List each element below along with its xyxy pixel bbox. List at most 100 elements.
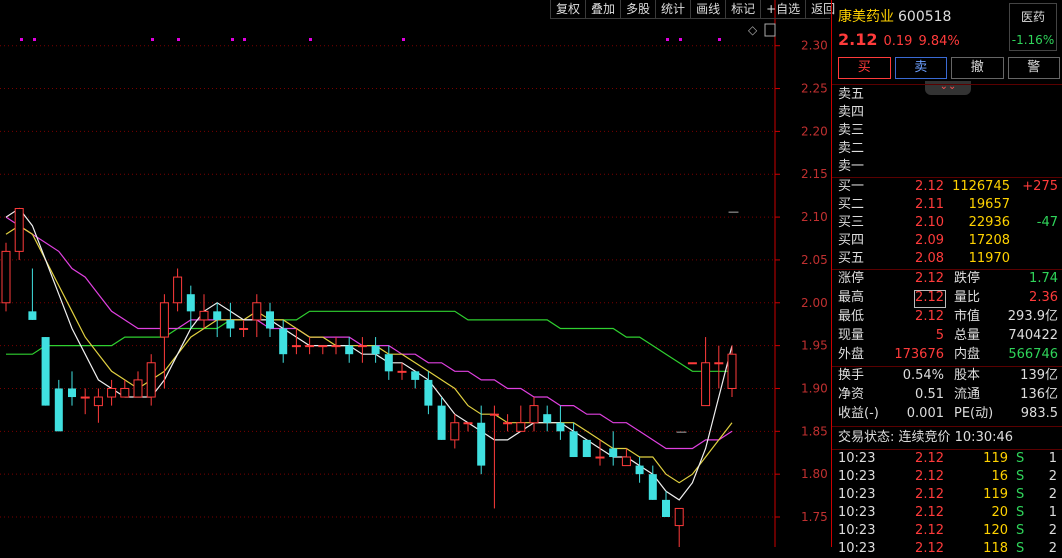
stat-label: 净资 — [838, 387, 865, 402]
toolbar-stats-button[interactable]: 统计 — [655, 0, 690, 18]
stat-value: 2.12 — [915, 309, 944, 324]
event-marker — [679, 38, 682, 41]
tick-time: 10:23 — [838, 469, 876, 484]
event-marker — [243, 38, 246, 41]
tick-volume: 119 — [983, 451, 1008, 466]
tick-count: 2 — [1048, 541, 1057, 556]
buy-level-price: 2.08 — [915, 251, 944, 266]
candle-body — [635, 465, 644, 475]
toolbar-overlay-button[interactable]: 叠加 — [585, 0, 620, 18]
toolbar-watchlist-button[interactable]: +自选 — [760, 0, 805, 18]
candle-body — [41, 337, 50, 406]
stock-code: 600518 — [898, 9, 952, 25]
tick-price: 2.12 — [915, 523, 944, 538]
tick-price: 2.12 — [915, 505, 944, 520]
toolbar-draw-button[interactable]: 画线 — [690, 0, 725, 18]
trade-buttons: 买 卖 撤 警 — [838, 57, 1060, 79]
tick-count: 2 — [1048, 523, 1057, 538]
stat-value: 139亿 — [1020, 368, 1058, 383]
buy-level-label: 买四 — [838, 233, 865, 248]
candle-body — [516, 422, 526, 432]
tick-count: 1 — [1048, 505, 1057, 520]
buy-level-price: 2.09 — [915, 233, 944, 248]
tick-price: 2.12 — [915, 469, 944, 484]
event-marker — [718, 38, 721, 41]
tick-price: 2.12 — [915, 451, 944, 466]
cancel-order-button[interactable]: 撤 — [951, 57, 1004, 79]
event-marker — [177, 38, 180, 41]
candle-body — [159, 302, 169, 338]
candle-body — [14, 208, 24, 252]
candle-body — [582, 439, 591, 458]
candle-body — [411, 371, 420, 380]
candle-body — [424, 379, 433, 406]
candle-body — [291, 345, 301, 348]
stat-label: PE(动) — [954, 406, 994, 421]
stat-value: 0.51 — [915, 387, 944, 402]
alert-button[interactable]: 警 — [1007, 57, 1060, 79]
sell-button[interactable]: 卖 — [894, 57, 947, 79]
candle-body — [266, 311, 274, 329]
candle-body — [252, 302, 262, 321]
event-marker — [33, 38, 36, 41]
buy-level-volume: 1126745 — [952, 179, 1010, 194]
candle-body — [609, 448, 618, 458]
kline-chart[interactable]: 2.30 2.25 2.20 2.15 2.10 2.05 2.00 1.95 1.90 1.85… — [0, 0, 835, 558]
stat-value: 1.74 — [1029, 271, 1058, 286]
candle-body — [556, 422, 565, 432]
candle-body — [701, 362, 711, 407]
stat-label: 现量 — [838, 328, 865, 343]
candle-body — [463, 422, 473, 425]
candle-body — [371, 345, 380, 355]
tick-time: 10:23 — [838, 541, 876, 556]
candle-body — [569, 431, 578, 458]
tick-side: S — [1016, 451, 1025, 466]
toolbar-multi-button[interactable]: 多股 — [620, 0, 655, 18]
y-tick-label: 1.95 — [801, 339, 828, 353]
candle-body — [662, 499, 670, 518]
buy-level-label: 买五 — [838, 251, 865, 266]
toolbar-mark-button[interactable]: 标记 — [725, 0, 760, 18]
buy-button[interactable]: 买 — [838, 57, 891, 79]
candle-body — [1, 250, 11, 304]
tick-side: S — [1016, 469, 1025, 484]
candle-body — [279, 328, 288, 355]
y-tick-label: 2.10 — [801, 210, 828, 224]
toolbar-fuquan-button[interactable]: 复权 — [550, 0, 585, 18]
sector-badge[interactable]: 医药 -1.16% — [1009, 3, 1057, 51]
candle-body — [133, 379, 143, 398]
tick-time: 10:23 — [838, 523, 876, 538]
stat-label: 市值 — [954, 309, 981, 324]
high-value-box — [914, 290, 946, 308]
buy-level-delta: -47 — [1036, 215, 1058, 230]
sell-level-label: 卖四 — [838, 105, 865, 120]
sell-level-label: 卖三 — [838, 123, 865, 138]
stat-value: 983.5 — [1020, 406, 1058, 421]
kline-svg: 2.30 2.25 2.20 2.15 2.10 2.05 2.00 1.95 1.90 1.85… — [0, 0, 828, 558]
buy-level-volume: 11970 — [968, 251, 1010, 266]
tick-price: 2.12 — [915, 541, 944, 556]
quote-panel: 康美药业 600518 医药 -1.16% 2.12 0.19 9.84% 买 卖 撤… — [831, 0, 1062, 556]
buy-level-volume: 19657 — [968, 197, 1010, 212]
tick-volume: 16 — [991, 469, 1008, 484]
separator — [832, 84, 1062, 85]
last-price: 2.12 — [838, 30, 878, 49]
tick-count: 1 — [1048, 451, 1057, 466]
stock-header: 康美药业 600518 — [838, 6, 951, 26]
candle-body — [477, 422, 486, 466]
buy-level-volume: 17208 — [968, 233, 1010, 248]
y-tick-label: 2.20 — [801, 124, 828, 138]
candle-body — [173, 276, 183, 304]
buy-level-volume: 22936 — [968, 215, 1010, 230]
ma-line-white — [5, 207, 733, 501]
y-tick-label: 2.15 — [801, 167, 828, 181]
candle-body — [727, 353, 737, 389]
candle-body — [345, 345, 354, 355]
buy-level-price: 2.11 — [915, 197, 944, 212]
tick-time: 10:23 — [838, 451, 876, 466]
buy-level-delta: +275 — [1022, 179, 1058, 194]
candle-body — [120, 387, 130, 398]
candle-body — [54, 388, 63, 432]
window-icon — [764, 23, 776, 37]
sell-level-label: 卖一 — [838, 159, 865, 174]
